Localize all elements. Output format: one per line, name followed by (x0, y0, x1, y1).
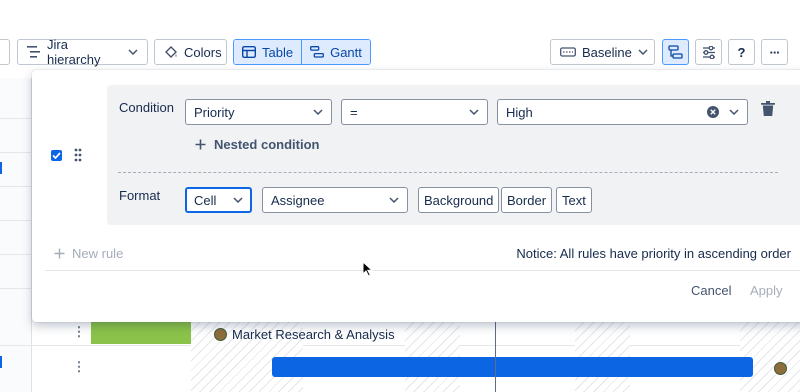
row-marker (0, 356, 2, 368)
view-switcher: Table Gantt (233, 39, 371, 65)
settings-sliders-button[interactable] (695, 39, 722, 65)
condition-label: Condition (119, 100, 174, 115)
baseline-label: Baseline (582, 44, 632, 60)
value-select[interactable]: High (497, 99, 748, 125)
more-button[interactable]: ··· (761, 39, 788, 65)
chevron-down-icon (729, 109, 739, 115)
rule-highlight-icon (668, 44, 683, 59)
rule-highlight-button[interactable] (662, 39, 689, 65)
priority-notice: Notice: All rules have priority in ascen… (516, 246, 791, 261)
assignee-select[interactable]: Assignee (262, 187, 408, 213)
row-divider (0, 186, 32, 187)
baseline-icon (560, 47, 576, 57)
row-divider (0, 152, 32, 153)
more-icon: ··· (769, 44, 781, 60)
conditional-formatting-panel: Condition Priority = High Nested conditi… (32, 70, 800, 322)
chevron-down-icon (233, 197, 243, 203)
left-edge-button[interactable] (0, 39, 10, 65)
avatar (774, 362, 787, 375)
trash-icon[interactable] (761, 101, 775, 116)
row-divider (0, 254, 32, 255)
format-label: Format (119, 188, 161, 203)
field-select[interactable]: Priority (185, 99, 332, 125)
help-button[interactable]: ? (728, 39, 755, 65)
drag-handle-icon[interactable]: ⋮ (72, 324, 86, 340)
chevron-down-icon (313, 109, 323, 115)
footer-divider (45, 270, 800, 271)
row-divider (0, 220, 32, 221)
gantt-bar-blue[interactable] (272, 357, 753, 377)
nested-condition-button[interactable]: Nested condition (195, 137, 319, 152)
plus-icon (195, 139, 206, 150)
chevron-down-icon (638, 49, 648, 55)
jira-hierarchy-label: Jira hierarchy (47, 37, 101, 67)
plus-icon (54, 248, 65, 259)
chevron-down-icon (469, 109, 479, 115)
baseline-button[interactable]: Baseline (550, 39, 655, 65)
border-style-label: Border (507, 192, 547, 208)
field-select-value: Priority (194, 104, 235, 120)
cursor-icon (362, 261, 373, 277)
assignee-select-value: Assignee (271, 192, 325, 208)
hierarchy-icon (27, 46, 40, 58)
checkbox-icon[interactable] (51, 150, 62, 161)
table-icon (242, 46, 256, 58)
operator-select[interactable]: = (341, 99, 488, 125)
colors-label: Colors (184, 44, 222, 60)
avatar (214, 328, 227, 341)
target-select-value: Cell (194, 192, 217, 208)
background-style-button[interactable]: Background (418, 187, 500, 213)
table-view-label: Table (262, 44, 294, 60)
drag-handle-icon[interactable]: ⋮ (72, 359, 86, 375)
background-style-label: Background (424, 192, 494, 208)
apply-button[interactable]: Apply (750, 283, 783, 298)
clear-icon[interactable] (707, 106, 719, 118)
new-rule-button[interactable]: New rule (54, 246, 123, 261)
row-divider (0, 118, 32, 119)
section-divider (118, 172, 778, 173)
rule-card: Condition Priority = High Nested conditi… (107, 85, 800, 225)
chevron-down-icon (128, 49, 138, 55)
table-view-button[interactable]: Table (234, 40, 302, 64)
nested-condition-label: Nested condition (214, 137, 320, 152)
task-name: Market Research & Analysis (232, 327, 395, 342)
row-marker (0, 162, 2, 174)
colors-button[interactable]: Colors (154, 39, 227, 65)
task-label: Market Research & Analysis (214, 327, 395, 342)
text-style-label: Text (562, 192, 586, 208)
gantt-icon (310, 46, 325, 58)
operator-select-value: = (350, 104, 358, 120)
new-rule-label: New rule (72, 246, 124, 261)
jira-hierarchy-button[interactable]: Jira hierarchy (17, 37, 148, 67)
paint-bucket-icon (165, 46, 177, 58)
target-select[interactable]: Cell (185, 187, 252, 213)
today-marker (495, 322, 496, 392)
toolbar: Jira hierarchy Colors Table Gantt Baseli… (0, 0, 800, 78)
gantt-view-label: Gantt (330, 44, 362, 60)
chevron-down-icon (389, 197, 399, 203)
text-style-button[interactable]: Text (556, 187, 592, 213)
cancel-button[interactable]: Cancel (691, 283, 731, 298)
help-icon: ? (737, 44, 746, 60)
drag-handle-icon[interactable] (74, 148, 82, 162)
sliders-icon (702, 45, 715, 59)
border-style-button[interactable]: Border (501, 187, 553, 213)
row-divider (0, 345, 800, 346)
value-select-value: High (506, 104, 533, 120)
gantt-bar-green[interactable] (91, 322, 191, 344)
gantt-view-button[interactable]: Gantt (301, 40, 370, 64)
row-divider (0, 288, 32, 289)
